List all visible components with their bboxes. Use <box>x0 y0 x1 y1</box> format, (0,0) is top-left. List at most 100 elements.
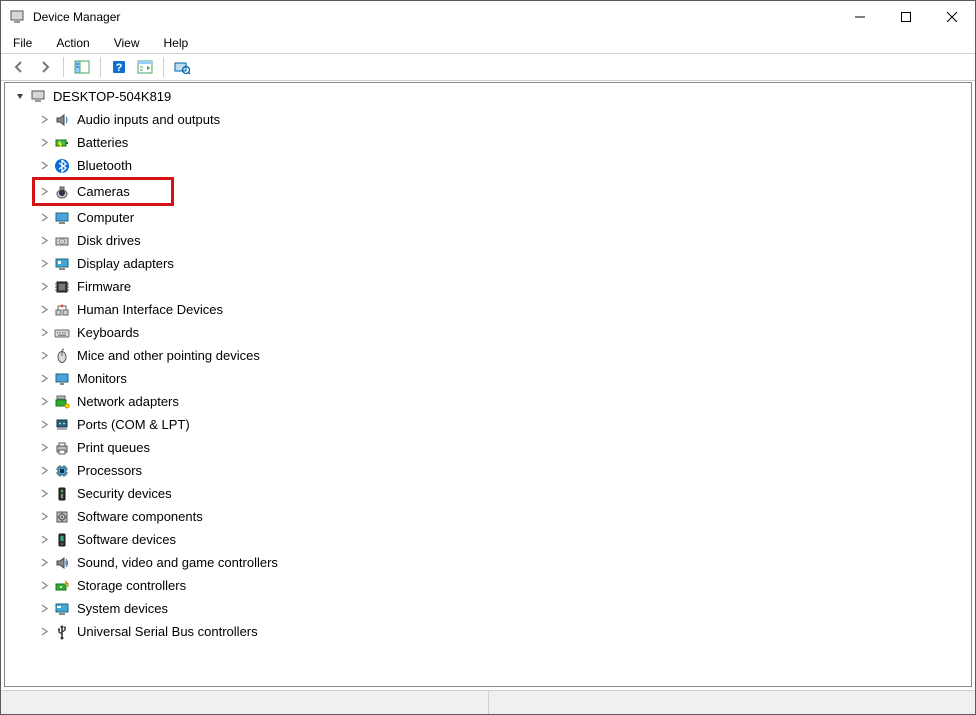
display-adapter-icon <box>53 255 71 273</box>
battery-icon <box>53 134 71 152</box>
tree-category-label: Software components <box>75 509 203 524</box>
tree-category-label: Storage controllers <box>75 578 186 593</box>
tree-category-mice-and-other-pointing-devices[interactable]: Mice and other pointing devices <box>13 344 971 367</box>
tree-category-label: Computer <box>75 210 134 225</box>
chevron-right-icon[interactable] <box>37 303 51 317</box>
maximize-button[interactable] <box>883 1 929 33</box>
chevron-right-icon[interactable] <box>37 113 51 127</box>
menu-help[interactable]: Help <box>160 34 193 52</box>
minimize-button[interactable] <box>837 1 883 33</box>
statusbar <box>1 690 975 714</box>
tree-category-keyboards[interactable]: Keyboards <box>13 321 971 344</box>
tree-category-label: Security devices <box>75 486 172 501</box>
chevron-right-icon[interactable] <box>37 395 51 409</box>
tree-category-system-devices[interactable]: System devices <box>13 597 971 620</box>
chevron-right-icon[interactable] <box>37 280 51 294</box>
menu-file[interactable]: File <box>9 34 36 52</box>
tree-category-label: Batteries <box>75 135 128 150</box>
chevron-right-icon[interactable] <box>37 533 51 547</box>
toolbar: ? <box>1 53 975 81</box>
tree-category-sound-video-and-game-controllers[interactable]: Sound, video and game controllers <box>13 551 971 574</box>
tree-category-human-interface-devices[interactable]: Human Interface Devices <box>13 298 971 321</box>
tree-category-label: Mice and other pointing devices <box>75 348 260 363</box>
computer-icon <box>53 209 71 227</box>
software-device-icon <box>53 531 71 549</box>
tree-category-label: Keyboards <box>75 325 139 340</box>
tree-category-software-devices[interactable]: Software devices <box>13 528 971 551</box>
tree-category-monitors[interactable]: Monitors <box>13 367 971 390</box>
storage-icon <box>53 577 71 595</box>
scan-hardware-button[interactable] <box>170 56 194 78</box>
tree-category-disk-drives[interactable]: Disk drives <box>13 229 971 252</box>
tree-category-label: Human Interface Devices <box>75 302 223 317</box>
tree-category-display-adapters[interactable]: Display adapters <box>13 252 971 275</box>
usb-icon <box>53 623 71 641</box>
chevron-down-icon[interactable] <box>13 90 27 104</box>
tree-category-network-adapters[interactable]: Network adapters <box>13 390 971 413</box>
tree-category-cameras[interactable]: Cameras <box>35 180 171 203</box>
chevron-right-icon[interactable] <box>37 257 51 271</box>
chevron-right-icon[interactable] <box>37 441 51 455</box>
tree-category-universal-serial-bus-controllers[interactable]: Universal Serial Bus controllers <box>13 620 971 643</box>
chevron-right-icon[interactable] <box>37 464 51 478</box>
tree-category-label: Network adapters <box>75 394 179 409</box>
app-icon <box>9 9 25 25</box>
chevron-right-icon[interactable] <box>37 211 51 225</box>
hid-icon <box>53 301 71 319</box>
chevron-right-icon[interactable] <box>37 625 51 639</box>
toolbar-separator <box>100 57 101 77</box>
chevron-right-icon[interactable] <box>37 418 51 432</box>
close-button[interactable] <box>929 1 975 33</box>
tree-category-label: Disk drives <box>75 233 141 248</box>
chevron-right-icon[interactable] <box>37 234 51 248</box>
tree-category-audio-inputs-and-outputs[interactable]: Audio inputs and outputs <box>13 108 971 131</box>
chevron-right-icon[interactable] <box>37 487 51 501</box>
chevron-right-icon[interactable] <box>37 602 51 616</box>
tree-category-label: Cameras <box>75 184 130 199</box>
computer-root-icon <box>29 88 47 106</box>
chevron-right-icon[interactable] <box>37 349 51 363</box>
network-icon <box>53 393 71 411</box>
device-manager-window: Device Manager File Action View Help <box>0 0 976 715</box>
tree-category-ports-com-lpt-[interactable]: Ports (COM & LPT) <box>13 413 971 436</box>
back-button[interactable] <box>7 56 31 78</box>
firmware-icon <box>53 278 71 296</box>
chevron-right-icon[interactable] <box>37 326 51 340</box>
window-title: Device Manager <box>33 10 120 24</box>
action-properties-button[interactable] <box>133 56 157 78</box>
highlight-annotation: Cameras <box>32 177 174 206</box>
software-component-icon <box>53 508 71 526</box>
help-button[interactable]: ? <box>107 56 131 78</box>
titlebar: Device Manager <box>1 1 975 33</box>
show-hide-tree-button[interactable] <box>70 56 94 78</box>
tree-category-print-queues[interactable]: Print queues <box>13 436 971 459</box>
chevron-right-icon[interactable] <box>37 372 51 386</box>
menu-view[interactable]: View <box>110 34 144 52</box>
tree-category-label: System devices <box>75 601 168 616</box>
processor-icon <box>53 462 71 480</box>
tree-category-label: Audio inputs and outputs <box>75 112 220 127</box>
menubar: File Action View Help <box>1 33 975 53</box>
chevron-right-icon[interactable] <box>37 510 51 524</box>
tree-category-firmware[interactable]: Firmware <box>13 275 971 298</box>
tree-category-storage-controllers[interactable]: Storage controllers <box>13 574 971 597</box>
tree-category-bluetooth[interactable]: Bluetooth <box>13 154 971 177</box>
forward-button[interactable] <box>33 56 57 78</box>
sound-icon <box>53 554 71 572</box>
tree-category-software-components[interactable]: Software components <box>13 505 971 528</box>
tree-category-processors[interactable]: Processors <box>13 459 971 482</box>
tree-category-security-devices[interactable]: Security devices <box>13 482 971 505</box>
device-tree[interactable]: DESKTOP-504K819 Audio inputs and outputs B… <box>4 82 972 687</box>
tree-root-node[interactable]: DESKTOP-504K819 <box>13 85 971 108</box>
chevron-right-icon[interactable] <box>37 159 51 173</box>
tree-category-label: Universal Serial Bus controllers <box>75 624 258 639</box>
chevron-right-icon[interactable] <box>37 136 51 150</box>
chevron-right-icon[interactable] <box>37 185 51 199</box>
chevron-right-icon[interactable] <box>37 579 51 593</box>
tree-category-batteries[interactable]: Batteries <box>13 131 971 154</box>
chevron-right-icon[interactable] <box>37 556 51 570</box>
monitor-icon <box>53 370 71 388</box>
tree-category-computer[interactable]: Computer <box>13 206 971 229</box>
tree-category-label: Display adapters <box>75 256 174 271</box>
menu-action[interactable]: Action <box>52 34 93 52</box>
